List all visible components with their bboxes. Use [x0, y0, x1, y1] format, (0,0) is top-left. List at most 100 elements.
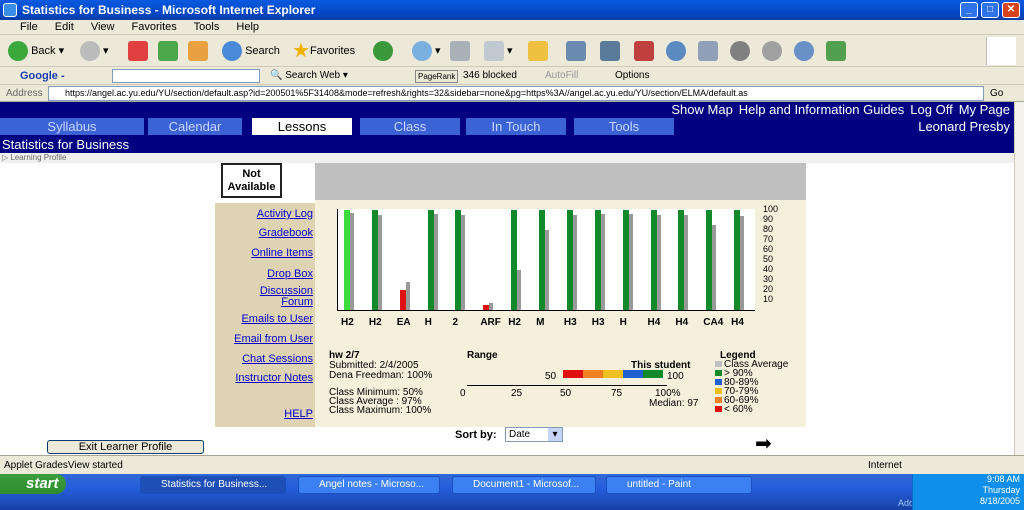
tool-button-1[interactable] [566, 39, 586, 63]
drop-box-link[interactable]: Drop Box [267, 268, 313, 280]
minimize-button[interactable]: _ [960, 2, 978, 18]
favorites-button[interactable]: ★Favorites [292, 39, 355, 63]
y-tick-label: 90 [763, 214, 774, 224]
bar-class-average [461, 215, 466, 310]
media-button[interactable] [373, 39, 393, 63]
range-bar [563, 370, 663, 378]
class-maximum: Class Maximum: 100% [329, 405, 432, 416]
menu-edit[interactable]: Edit [55, 21, 74, 33]
range-tick-25: 25 [511, 388, 523, 399]
start-button[interactable]: start [0, 474, 66, 494]
zone-text: Internet [868, 460, 902, 471]
forward-button[interactable]: ▾ [80, 39, 109, 63]
task-angel-notes[interactable]: Angel notes - Microso... [298, 476, 440, 494]
address-input[interactable]: https://angel.ac.yu.edu/YU/section/defau… [48, 86, 984, 101]
clock-date: 8/18/2005 [979, 496, 1020, 506]
tab-tools[interactable]: Tools [574, 118, 674, 135]
search-web-button[interactable]: 🔍 Search Web ▾ [270, 67, 348, 85]
close-button[interactable]: ✕ [1002, 2, 1020, 18]
gradebook-link[interactable]: Gradebook [259, 227, 313, 239]
chevron-down-icon: ▾ [548, 428, 562, 441]
nav-tabs: Syllabus Calendar Lessons Class In Touch… [0, 117, 1014, 136]
task-statistics[interactable]: Statistics for Business... [140, 476, 286, 494]
top-links-bar: Show Map Help and Information Guides Log O… [0, 102, 1014, 117]
x-tick-label: M [536, 317, 545, 328]
sort-label: Sort by: [455, 429, 497, 441]
task-paint[interactable]: untitled - Paint [606, 476, 752, 494]
tool-button-4[interactable] [666, 39, 686, 63]
menu-favorites[interactable]: Favorites [132, 21, 177, 33]
go-button[interactable]: Go [990, 85, 1003, 102]
google-search-input[interactable] [112, 69, 260, 83]
vertical-scrollbar[interactable] [1014, 102, 1024, 455]
edit-button[interactable]: ▾ [484, 39, 513, 63]
menu-tools[interactable]: Tools [194, 21, 220, 33]
grade-chart [337, 209, 755, 311]
help-link[interactable]: HELP [284, 408, 313, 420]
y-tick-label: 50 [763, 254, 774, 264]
bar-class-average [350, 213, 354, 310]
pagerank-indicator: PageRank [415, 70, 459, 83]
x-tick-label: H3 [591, 317, 605, 328]
right-margin [806, 163, 1014, 427]
next-arrow-icon[interactable]: ➡ [755, 431, 772, 456]
window-title-bar: Statistics for Business - Microsoft Inte… [0, 0, 1024, 20]
logoff-link[interactable]: Log Off [910, 102, 952, 117]
tool-button-6[interactable] [730, 39, 750, 63]
history-button[interactable]: ▾ [412, 39, 441, 63]
y-tick-label: 40 [763, 264, 774, 274]
sort-select[interactable]: Date ▾ [505, 427, 563, 442]
tab-class[interactable]: Class [360, 118, 460, 135]
popup-blocker[interactable]: 346 blocked [463, 67, 517, 85]
tab-lessons[interactable]: Lessons [252, 118, 352, 135]
tool-button-5[interactable] [698, 39, 718, 63]
bar-class-average [600, 214, 605, 310]
mypage-link[interactable]: My Page [959, 102, 1010, 117]
stop-button[interactable] [128, 39, 148, 63]
home-button[interactable] [188, 39, 208, 63]
tool-button-9[interactable] [826, 39, 846, 63]
x-tick-label: H4 [731, 317, 744, 328]
discussion-forum-link[interactable]: Discussion Forum [243, 286, 313, 308]
bar-class-average [545, 230, 550, 310]
options-button[interactable]: Options [615, 67, 649, 85]
autofill-button[interactable]: AutoFill [545, 67, 578, 85]
quick-launch [140, 496, 330, 508]
refresh-button[interactable] [158, 39, 178, 63]
task-document1[interactable]: Document1 - Microsof... [452, 476, 596, 494]
tab-intouch[interactable]: In Touch [466, 118, 566, 135]
search-button[interactable]: Search [222, 39, 280, 63]
google-logo[interactable]: Google - [20, 67, 65, 85]
breadcrumb[interactable]: ▷ Learning Profile [0, 153, 1014, 163]
bar-class-average [740, 216, 745, 310]
google-toolbar: Google - 🔍 Search Web ▾ PageRank 346 blo… [0, 67, 1024, 85]
online-items-link[interactable]: Online Items [251, 247, 313, 259]
menu-file[interactable]: File [20, 21, 38, 33]
tab-syllabus[interactable]: Syllabus [0, 118, 144, 135]
help-guides-link[interactable]: Help and Information Guides [739, 102, 904, 117]
activity-log-link[interactable]: Activity Log [257, 208, 313, 220]
user-name: Leonard Presby [918, 119, 1010, 134]
x-tick-label: H [424, 317, 432, 328]
tool-button-3[interactable] [634, 39, 654, 63]
instructor-notes-link[interactable]: Instructor Notes [235, 372, 313, 384]
exit-learner-profile-button[interactable]: Exit Learner Profile [47, 440, 204, 454]
email-from-user-link[interactable]: Email from User [234, 333, 313, 345]
x-tick-label: 2 [452, 317, 459, 328]
folder-button[interactable] [528, 39, 548, 63]
folder-icon [528, 41, 548, 62]
print-button[interactable] [450, 39, 470, 63]
x-tick-label: ARF [480, 317, 501, 328]
chat-sessions-link[interactable]: Chat Sessions [242, 353, 313, 365]
back-button[interactable]: Back ▾ [8, 39, 64, 63]
address-label: Address [6, 88, 43, 99]
menu-view[interactable]: View [91, 21, 115, 33]
tab-calendar[interactable]: Calendar [148, 118, 242, 135]
menu-help[interactable]: Help [236, 21, 259, 33]
maximize-button[interactable]: □ [981, 2, 999, 18]
tool-button-2[interactable] [600, 39, 620, 63]
emails-to-user-link[interactable]: Emails to User [241, 313, 313, 325]
tool-button-8[interactable] [794, 39, 814, 63]
tool-button-7[interactable] [762, 39, 782, 63]
show-map-link[interactable]: Show Map [671, 102, 732, 117]
